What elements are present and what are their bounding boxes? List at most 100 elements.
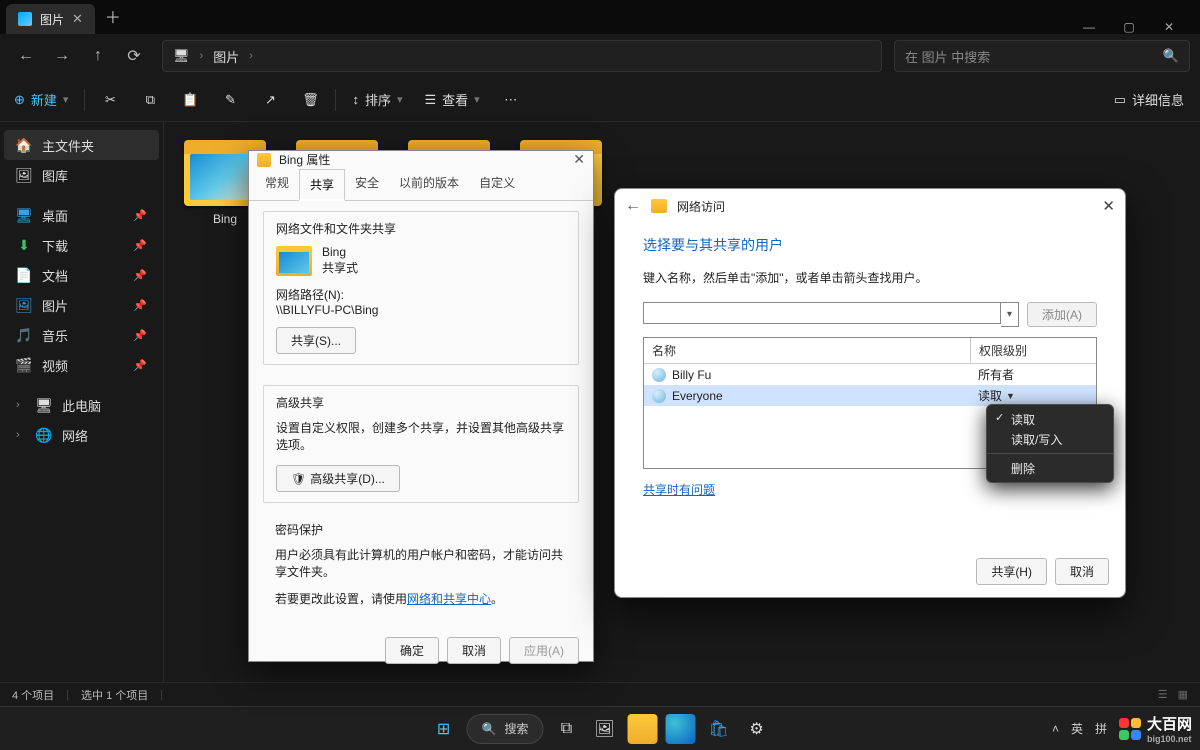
sidebar-item-desktop[interactable]: 🖥桌面📌 [4, 200, 159, 230]
view-grid-icon[interactable]: ▦ [1178, 688, 1188, 701]
network-sharing-center-link[interactable]: 网络和共享中心 [407, 592, 491, 606]
taskbar-app-icon[interactable]: 🖼 [589, 714, 619, 744]
permission-row-selected[interactable]: Everyone 读取 ▼ [644, 385, 1096, 406]
chevron-right-icon: › [249, 50, 253, 62]
share-button[interactable]: 共享(S)... [276, 327, 356, 354]
breadcrumb-location[interactable]: 图片 [213, 47, 239, 66]
col-level: 权限级别 [970, 338, 1096, 363]
cut-button[interactable]: ✂ [91, 84, 129, 116]
network-access-dialog: ← 网络访问 ✕ 选择要与其共享的用户 键入名称，然后单击"添加"，或者单击箭头… [614, 188, 1126, 598]
advanced-share-button[interactable]: 高级共享(D)... [276, 465, 400, 492]
share-button[interactable]: ↗ [251, 84, 289, 116]
breadcrumb[interactable]: 🖥 › 图片 › [162, 40, 882, 72]
menu-item-readwrite[interactable]: 读取/写入 [987, 429, 1113, 449]
folder-thumb-icon [276, 246, 312, 276]
new-button[interactable]: ⊕ 新建 ▾ [4, 84, 78, 116]
tab-customize[interactable]: 自定义 [469, 168, 525, 200]
status-item-count: 4 个项目 [12, 687, 54, 703]
sidebar-item-music[interactable]: 🎵音乐📌 [4, 320, 159, 350]
tab-previous-versions[interactable]: 以前的版本 [389, 168, 469, 200]
videos-icon: 🎬 [16, 357, 32, 373]
sidebar-item-thispc[interactable]: ›🖥此电脑 [4, 390, 159, 420]
details-pane-toggle[interactable]: ▭ 详细信息 [1114, 90, 1196, 109]
user-input[interactable] [643, 302, 1001, 324]
chevron-right-icon: › [16, 429, 26, 441]
share-folder-name: Bing [322, 245, 358, 259]
copy-button[interactable]: ⧉ [131, 84, 169, 116]
dialog-titlebar[interactable]: Bing 属性 ✕ [249, 151, 593, 168]
view-button[interactable]: ☰ 查看 ▾ [415, 84, 490, 116]
close-window-button[interactable]: ✕ [1160, 20, 1178, 34]
apply-button[interactable]: 应用(A) [509, 637, 579, 664]
task-view-button[interactable]: ⧉ [551, 714, 581, 744]
sidebar-item-network[interactable]: ›🌐网络 [4, 420, 159, 450]
maximize-button[interactable]: ▢ [1120, 20, 1138, 34]
refresh-button[interactable]: ⟳ [118, 40, 150, 72]
taskbar-explorer-icon[interactable] [627, 714, 657, 744]
close-tab-button[interactable]: ✕ [72, 11, 83, 27]
more-button[interactable]: ⋯ [492, 84, 530, 116]
add-user-button[interactable]: 添加(A) [1027, 302, 1097, 327]
menu-item-remove[interactable]: 删除 [987, 458, 1113, 478]
start-button[interactable]: ⊞ [429, 714, 459, 744]
music-icon: 🎵 [16, 327, 32, 343]
search-input[interactable]: 在 图片 中搜索 🔍 [894, 40, 1190, 72]
dialog-footer: 共享(H) 取消 [615, 546, 1125, 597]
sidebar-item-downloads[interactable]: ⬇下载📌 [4, 230, 159, 260]
sidebar-item-gallery[interactable]: 🖼图库 [4, 160, 159, 190]
network-icon: 🌐 [36, 427, 52, 443]
permission-context-menu: 读取 读取/写入 删除 [986, 404, 1114, 483]
chevron-down-icon[interactable]: ▼ [1006, 391, 1015, 401]
sidebar-item-videos[interactable]: 🎬视频📌 [4, 350, 159, 380]
sidebar-item-pictures[interactable]: 🖼图片📌 [4, 290, 159, 320]
rename-button[interactable]: ✎ [211, 84, 249, 116]
taskbar-store-icon[interactable]: 🛍 [703, 714, 733, 744]
tab-security[interactable]: 安全 [345, 168, 389, 200]
sharing-help-link[interactable]: 共享时有问题 [643, 481, 715, 498]
desktop-icon: 🖥 [16, 207, 32, 223]
chevron-right-icon: › [16, 399, 26, 411]
ime-mode[interactable]: 拼 [1095, 720, 1107, 737]
command-bar: ⊕ 新建 ▾ ✂ ⧉ 📋 ✎ ↗ 🗑 ↕ 排序 ▾ ☰ 查看 ▾ ⋯ ▭ 详细信… [0, 78, 1200, 122]
sidebar-item-documents[interactable]: 📄文档📌 [4, 260, 159, 290]
menu-item-read[interactable]: 读取 [987, 409, 1113, 429]
advanced-share-section: 高级共享 设置自定义权限，创建多个共享，并设置其他高级共享选项。 高级共享(D)… [263, 385, 579, 503]
user-icon [652, 389, 666, 403]
dialog-title: 网络访问 [677, 198, 725, 215]
search-icon: 🔍 [1163, 48, 1179, 64]
tab-sharing[interactable]: 共享 [299, 169, 345, 201]
ime-language[interactable]: 英 [1071, 720, 1083, 737]
tab-general[interactable]: 常规 [255, 168, 299, 200]
delete-button[interactable]: 🗑 [291, 84, 329, 116]
taskbar-search[interactable]: 🔍搜索 [467, 714, 544, 744]
back-button[interactable]: ← [625, 197, 641, 215]
cancel-button[interactable]: 取消 [1055, 558, 1109, 585]
folder-icon [651, 199, 667, 213]
pin-icon: 📌 [133, 359, 147, 372]
network-share-section: 网络文件和文件夹共享 Bing 共享式 网络路径(N): \\BILLYFU-P… [263, 211, 579, 365]
search-placeholder: 在 图片 中搜索 [905, 47, 990, 66]
tab-pictures[interactable]: 图片 ✕ [6, 4, 95, 34]
permission-row[interactable]: Billy Fu 所有者 [644, 364, 1096, 385]
sidebar-item-home[interactable]: 🏠主文件夹 [4, 130, 159, 160]
close-button[interactable]: ✕ [1102, 197, 1115, 215]
up-button[interactable]: ↑ [82, 40, 114, 72]
cancel-button[interactable]: 取消 [447, 637, 501, 664]
new-tab-button[interactable]: ＋ [105, 4, 121, 34]
taskbar-settings-icon[interactable]: ⚙ [741, 714, 771, 744]
view-list-icon[interactable]: ☰ [1158, 688, 1168, 701]
user-dropdown-button[interactable]: ▾ [1001, 302, 1019, 327]
share-confirm-button[interactable]: 共享(H) [976, 558, 1047, 585]
taskbar: ⊞ 🔍搜索 ⧉ 🖼 🛍 ⚙ ˄ 英 拼 大百网big100.net [0, 706, 1200, 750]
back-button[interactable]: ← [10, 40, 42, 72]
chevron-right-icon: › [200, 50, 204, 62]
tray-chevron-icon[interactable]: ˄ [1052, 722, 1059, 736]
taskbar-edge-icon[interactable] [665, 714, 695, 744]
ok-button[interactable]: 确定 [385, 637, 439, 664]
minimize-button[interactable]: — [1080, 20, 1098, 34]
close-button[interactable]: ✕ [573, 151, 585, 168]
paste-button[interactable]: 📋 [171, 84, 209, 116]
brand-watermark: 大百网big100.net [1119, 713, 1192, 744]
sort-button[interactable]: ↕ 排序 ▾ [342, 84, 412, 116]
forward-button[interactable]: → [46, 40, 78, 72]
